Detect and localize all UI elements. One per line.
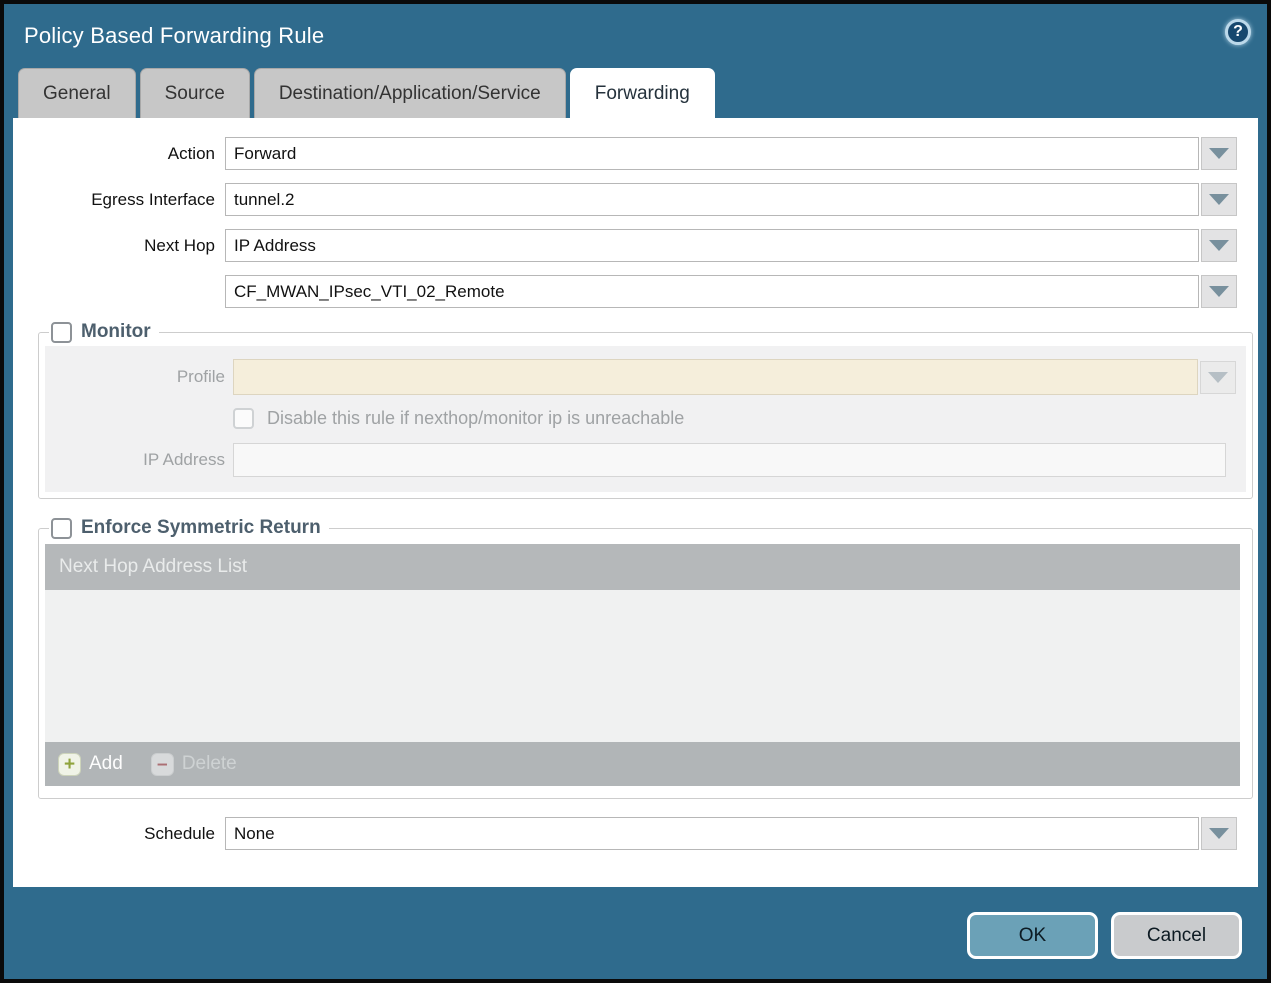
chevron-down-icon [1209,194,1229,205]
next-hop-dropdown-button[interactable] [1201,229,1237,262]
profile-dropdown-button [1200,361,1236,394]
action-label: Action [13,144,225,164]
monitor-section: Monitor Profile Disable this rule if nex… [38,321,1253,499]
dialog-footer: OK Cancel [4,887,1267,975]
next-hop-row: Next Hop [13,229,1258,262]
chevron-down-icon [1208,372,1228,383]
monitor-ip-address-row: IP Address [45,443,1236,477]
schedule-dropdown-button[interactable] [1201,817,1237,850]
monitor-ip-address-label: IP Address [45,450,225,470]
title-bar: Policy Based Forwarding Rule ? [4,4,1267,68]
forwarding-tab-panel: Action Egress Interface Next Hop [13,118,1258,887]
next-hop-address-combo [225,275,1237,308]
tab-general[interactable]: General [18,68,136,118]
enforce-symmetric-return-legend: Enforce Symmetric Return [49,517,329,539]
schedule-combo [225,817,1237,850]
policy-based-forwarding-dialog: Policy Based Forwarding Rule ? General S… [4,4,1267,979]
tab-destination-application-service[interactable]: Destination/Application/Service [254,68,566,118]
disable-rule-checkbox [233,408,254,429]
tab-source[interactable]: Source [140,68,250,118]
add-button-label: Add [89,753,123,775]
egress-interface-dropdown-button[interactable] [1201,183,1237,216]
next-hop-address-list-toolbar: + Add – Delete [45,742,1240,786]
next-hop-type-input[interactable] [225,229,1199,262]
monitor-body: Profile Disable this rule if nexthop/mon… [45,346,1246,492]
profile-row: Profile [45,359,1236,395]
ok-button[interactable]: OK [967,912,1098,959]
chevron-down-icon [1209,240,1229,251]
monitor-checkbox[interactable] [51,322,72,343]
next-hop-address-row [13,275,1258,308]
egress-interface-combo [225,183,1237,216]
action-dropdown-button[interactable] [1201,137,1237,170]
schedule-input[interactable] [225,817,1199,850]
monitor-legend-label: Monitor [81,321,151,343]
enforce-symmetric-return-section: Enforce Symmetric Return Next Hop Addres… [38,517,1253,799]
add-button[interactable]: + Add [58,753,123,776]
chevron-down-icon [1209,828,1229,839]
monitor-ip-address-input [233,443,1226,477]
disable-rule-label: Disable this rule if nexthop/monitor ip … [267,408,684,429]
help-icon[interactable]: ? [1225,19,1251,45]
egress-interface-input[interactable] [225,183,1199,216]
next-hop-address-input[interactable] [225,275,1199,308]
delete-button-label: Delete [182,753,237,775]
next-hop-address-list-header: Next Hop Address List [45,544,1240,590]
next-hop-address-list-body[interactable] [45,590,1240,742]
monitor-legend: Monitor [49,321,159,343]
next-hop-address-list-table: Next Hop Address List + Add – Delete [45,544,1240,786]
action-input[interactable] [225,137,1199,170]
next-hop-address-dropdown-button[interactable] [1201,275,1237,308]
next-hop-combo [225,229,1237,262]
egress-interface-row: Egress Interface [13,183,1258,216]
enforce-symmetric-return-legend-label: Enforce Symmetric Return [81,517,321,539]
delete-button: – Delete [151,753,237,776]
profile-label: Profile [45,367,225,387]
chevron-down-icon [1209,148,1229,159]
schedule-row: Schedule [13,817,1258,850]
next-hop-label: Next Hop [13,236,225,256]
action-combo [225,137,1237,170]
chevron-down-icon [1209,286,1229,297]
tab-forwarding[interactable]: Forwarding [570,68,715,118]
minus-icon: – [151,753,174,776]
dialog-title: Policy Based Forwarding Rule [4,23,324,49]
action-row: Action [13,137,1258,170]
plus-icon: + [58,753,81,776]
disable-rule-row: Disable this rule if nexthop/monitor ip … [233,408,1236,429]
tab-strip: General Source Destination/Application/S… [4,68,1267,118]
cancel-button[interactable]: Cancel [1111,912,1242,959]
egress-interface-label: Egress Interface [13,190,225,210]
schedule-label: Schedule [13,824,225,844]
enforce-symmetric-return-checkbox[interactable] [51,518,72,539]
profile-input [233,359,1198,395]
